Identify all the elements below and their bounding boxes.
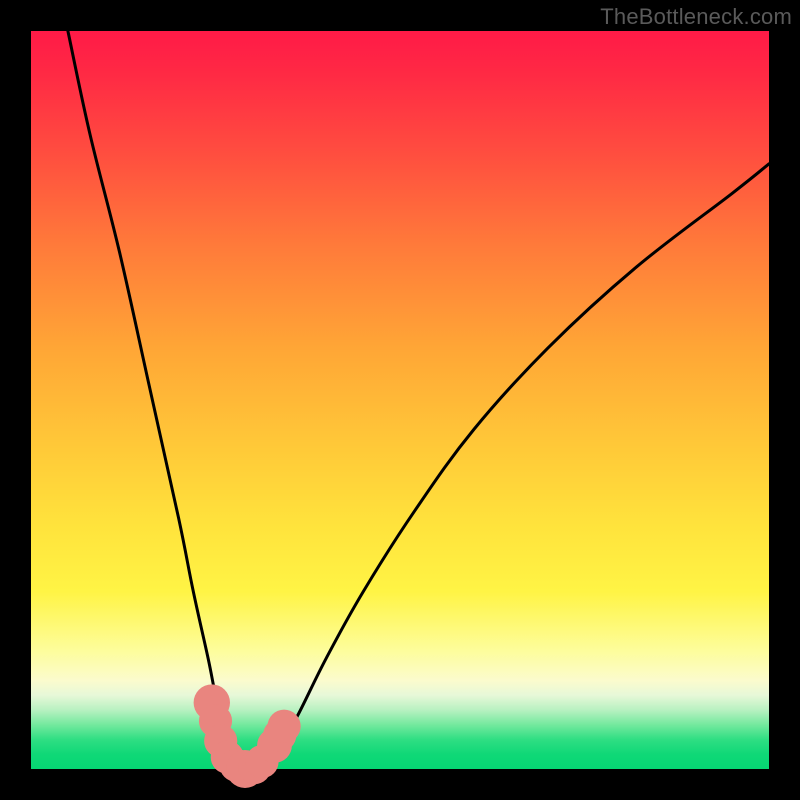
bottleneck-curve xyxy=(68,31,769,770)
watermark-text: TheBottleneck.com xyxy=(600,4,792,30)
curve-path xyxy=(68,31,769,770)
marker-group xyxy=(194,684,301,788)
curve-marker xyxy=(268,710,301,743)
chart-frame: TheBottleneck.com xyxy=(0,0,800,800)
chart-svg xyxy=(31,31,769,769)
chart-plot-area xyxy=(31,31,769,769)
